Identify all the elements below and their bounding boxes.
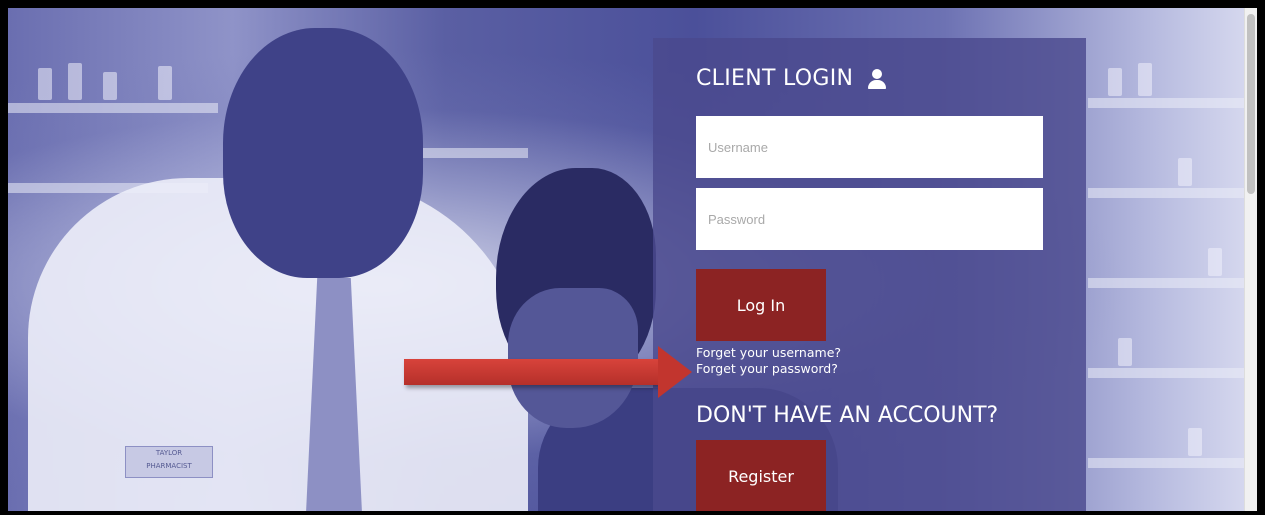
user-icon (867, 68, 887, 89)
forgot-password-link[interactable]: Forget your password? (696, 361, 838, 376)
shelf (1088, 278, 1257, 288)
forgot-username-link[interactable]: Forget your username? (696, 345, 841, 360)
shelf (1088, 98, 1257, 108)
shelf (1088, 458, 1257, 468)
bottle (68, 63, 82, 100)
bottle (1178, 158, 1192, 186)
password-input[interactable] (696, 188, 1043, 250)
shelf (408, 148, 528, 158)
login-title-text: CLIENT LOGIN (696, 66, 854, 91)
shelf (1088, 188, 1257, 198)
login-title: CLIENT LOGIN (696, 66, 887, 91)
bottle (158, 66, 172, 100)
register-button[interactable]: Register (696, 440, 826, 511)
bottle (1108, 68, 1122, 96)
name-badge: TAYLOR PHARMACIST (125, 446, 213, 478)
screenshot-frame: TAYLORPHARMACIST CLIENT LOGIN Log In For… (0, 0, 1265, 515)
hero-background-photo: TAYLORPHARMACIST CLIENT LOGIN Log In For… (8, 8, 1257, 511)
bottle (103, 72, 117, 100)
no-account-heading: DON'T HAVE AN ACCOUNT? (696, 403, 999, 428)
vertical-scrollbar[interactable] (1244, 8, 1257, 511)
login-panel: CLIENT LOGIN Log In Forget your username… (653, 38, 1086, 511)
scrollbar-thumb[interactable] (1247, 14, 1255, 194)
red-arrow-shaft (404, 359, 662, 385)
bottle (1188, 428, 1202, 456)
bottle (1138, 63, 1152, 96)
login-button[interactable]: Log In (696, 269, 826, 341)
pharmacist-head (223, 28, 423, 278)
shelf (8, 103, 218, 113)
bottle (38, 68, 52, 100)
bottle (1208, 248, 1222, 276)
bottle (1118, 338, 1132, 366)
customer-face (508, 288, 638, 428)
shelf (1088, 368, 1257, 378)
username-input[interactable] (696, 116, 1043, 178)
